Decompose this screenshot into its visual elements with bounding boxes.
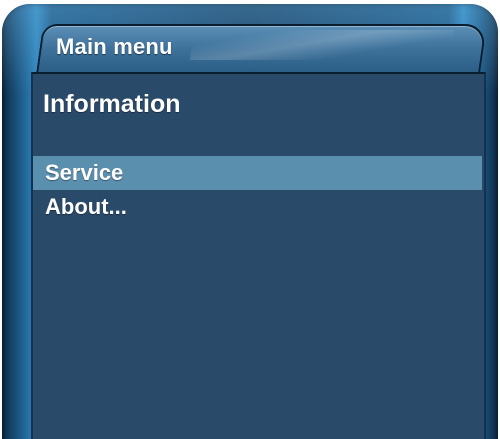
menu-item-about[interactable]: About... bbox=[33, 190, 482, 224]
content-panel bbox=[31, 72, 486, 439]
section-heading: Information bbox=[43, 90, 181, 118]
menu-list: Service About... bbox=[33, 156, 482, 224]
window-title: Main menu bbox=[56, 34, 173, 59]
menu-item-service[interactable]: Service bbox=[33, 156, 482, 190]
screen: Main menu Information Service About... bbox=[0, 0, 500, 439]
